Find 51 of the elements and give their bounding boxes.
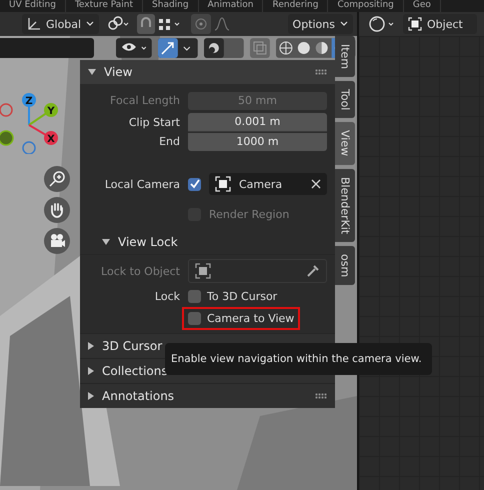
overlay-icon[interactable] bbox=[204, 38, 244, 58]
object-icon bbox=[215, 176, 231, 192]
subpanel-title: View Lock bbox=[118, 235, 178, 249]
field-label: Local Camera bbox=[104, 178, 180, 190]
subpanel-header[interactable]: View Lock bbox=[80, 230, 335, 255]
sidebar-tab[interactable]: View bbox=[335, 122, 355, 165]
sidebar-tab[interactable]: osm bbox=[335, 246, 355, 285]
eye-icon[interactable] bbox=[116, 38, 152, 58]
number-field[interactable]: 0.001 m bbox=[188, 113, 327, 132]
checkbox-label: To 3D Cursor bbox=[207, 290, 278, 302]
panel-title: Annotations bbox=[102, 389, 174, 403]
clear-icon[interactable] bbox=[311, 179, 321, 189]
orientation-dropdown[interactable]: Global bbox=[22, 14, 100, 34]
field-label: Lock bbox=[154, 290, 180, 302]
object-icon bbox=[195, 263, 211, 279]
object-icon bbox=[408, 17, 422, 31]
sidebar-tab[interactable]: BlenderKit bbox=[335, 168, 355, 242]
axes-icon bbox=[27, 17, 41, 31]
zoom-icon[interactable] bbox=[44, 166, 70, 192]
field-label: Clip Start bbox=[128, 116, 180, 129]
panel-title: View bbox=[104, 65, 132, 79]
options-dropdown[interactable]: Options bbox=[288, 14, 353, 34]
field-label: Focal Length bbox=[109, 94, 180, 107]
chevron-icon bbox=[340, 21, 348, 27]
camera-icon[interactable] bbox=[44, 228, 70, 254]
checkbox[interactable] bbox=[188, 290, 201, 302]
drag-handle-icon[interactable] bbox=[315, 393, 327, 399]
checkbox-label: Render Region bbox=[209, 208, 290, 221]
panel-title: Collections bbox=[102, 364, 168, 378]
checkbox-label: Camera to View bbox=[207, 312, 294, 324]
checkbox[interactable] bbox=[188, 178, 201, 190]
field-label: End bbox=[158, 135, 180, 148]
drag-handle-icon[interactable] bbox=[315, 69, 327, 75]
sidebar-tab[interactable]: Item bbox=[335, 36, 355, 78]
navigation-gizmo-drawing[interactable]: Z Y X bbox=[0, 74, 72, 154]
field-label: Lock to Object bbox=[100, 264, 180, 278]
checkbox[interactable] bbox=[188, 312, 201, 324]
hand-icon[interactable] bbox=[44, 197, 70, 223]
number-field[interactable]: 1000 m bbox=[188, 132, 327, 150]
sidebar-tab[interactable]: Tool bbox=[335, 81, 355, 118]
mode-dropdown[interactable]: Object bbox=[403, 14, 477, 34]
gizmo-toggle-icon[interactable] bbox=[158, 38, 198, 58]
object-field[interactable] bbox=[188, 259, 327, 283]
tooltip: Enable view navigation within the camera view. bbox=[165, 343, 432, 375]
eyedropper-icon[interactable] bbox=[306, 264, 320, 278]
viewport-header-field[interactable] bbox=[0, 38, 94, 58]
object-field[interactable]: Camera bbox=[209, 173, 327, 195]
panel-title: 3D Cursor bbox=[102, 339, 162, 353]
panel-header[interactable]: Annotations bbox=[80, 383, 335, 408]
panel-header[interactable]: View bbox=[80, 60, 335, 84]
chevron-icon bbox=[86, 21, 94, 27]
